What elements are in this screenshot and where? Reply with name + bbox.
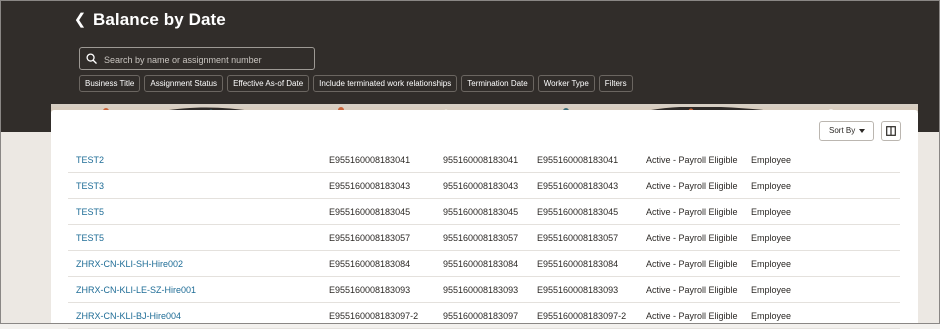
worker-type: Employee — [751, 285, 792, 295]
page-margin-right — [918, 132, 939, 324]
assignment-number-alt: E955160008183043 — [537, 181, 619, 191]
column-layout-icon — [886, 126, 896, 136]
assignment-status: Active - Payroll Eligible — [646, 285, 738, 295]
worker-type: Employee — [751, 311, 792, 321]
assignment-number: E955160008183043 — [329, 181, 411, 191]
filter-chip-worker-type[interactable]: Worker Type — [537, 75, 595, 92]
chevron-left-icon[interactable]: ❮ — [71, 11, 89, 29]
person-number: 955160008183093 — [443, 285, 519, 295]
sort-by-button[interactable]: Sort By — [819, 121, 874, 141]
caret-down-icon — [859, 129, 865, 133]
person-number: 955160008183057 — [443, 233, 519, 243]
search-icon — [86, 53, 97, 64]
assignment-number: E955160008183045 — [329, 207, 411, 217]
worker-type: Employee — [751, 207, 792, 217]
assignment-number-alt: E955160008183057 — [537, 233, 619, 243]
page-title: Balance by Date — [93, 10, 226, 29]
person-number: 955160008183084 — [443, 259, 519, 269]
list-item[interactable]: TEST5 E955160008183045 955160008183045 E… — [68, 199, 900, 225]
worker-type: Employee — [751, 181, 792, 191]
assignment-number-alt: E955160008183093 — [537, 285, 619, 295]
filter-chips: Business Title Assignment Status Effecti… — [79, 75, 633, 92]
list-item[interactable]: ZHRX-CN-KLI-LE-SZ-Hire001 E9551600081830… — [68, 277, 900, 303]
assignment-number-alt: E955160008183084 — [537, 259, 619, 269]
worker-name-link[interactable]: ZHRX-CN-KLI-SH-Hire002 — [76, 259, 183, 269]
assignment-status: Active - Payroll Eligible — [646, 259, 738, 269]
sort-by-label: Sort By — [829, 126, 856, 135]
worker-type: Employee — [751, 259, 792, 269]
worker-name-link[interactable]: ZHRX-CN-KLI-LE-SZ-Hire001 — [76, 285, 196, 295]
list-item[interactable]: ZHRX-CN-KLI-BJ-Hire004 E955160008183097-… — [68, 303, 900, 329]
assignment-number-alt: E955160008183045 — [537, 207, 619, 217]
list-item[interactable]: TEST3 E955160008183043 955160008183043 E… — [68, 173, 900, 199]
filter-chip-assignment-status[interactable]: Assignment Status — [144, 75, 224, 92]
worker-name-link[interactable]: TEST3 — [76, 181, 104, 191]
worker-name-link[interactable]: TEST5 — [76, 233, 104, 243]
filter-chip-termination-date[interactable]: Termination Date — [461, 75, 534, 92]
results-list: TEST2 E955160008183041 955160008183041 E… — [68, 147, 900, 329]
assignment-number: E955160008183041 — [329, 155, 411, 165]
filter-chip-effective-as-of-date[interactable]: Effective As-of Date — [227, 75, 310, 92]
filter-chip-filters[interactable]: Filters — [598, 75, 633, 92]
search-input[interactable] — [102, 50, 311, 69]
assignment-number: E955160008183057 — [329, 233, 411, 243]
worker-name-link[interactable]: ZHRX-CN-KLI-BJ-Hire004 — [76, 311, 181, 321]
worker-name-link[interactable]: TEST5 — [76, 207, 104, 217]
assignment-number: E955160008183084 — [329, 259, 411, 269]
worker-type: Employee — [751, 155, 792, 165]
person-number: 955160008183045 — [443, 207, 519, 217]
assignment-number: E955160008183093 — [329, 285, 411, 295]
filter-chip-include-terminated[interactable]: Include terminated work relationships — [313, 75, 458, 92]
filter-chip-business-title[interactable]: Business Title — [79, 75, 141, 92]
assignment-status: Active - Payroll Eligible — [646, 207, 738, 217]
person-number: 955160008183097 — [443, 311, 519, 321]
search-box[interactable] — [79, 47, 315, 70]
assignment-status: Active - Payroll Eligible — [646, 233, 738, 243]
worker-name-link[interactable]: TEST2 — [76, 155, 104, 165]
assignment-status: Active - Payroll Eligible — [646, 155, 738, 165]
page-margin-left — [1, 132, 51, 324]
person-number: 955160008183043 — [443, 181, 519, 191]
assignment-number: E955160008183097-2 — [329, 311, 419, 321]
person-number: 955160008183041 — [443, 155, 519, 165]
list-item[interactable]: TEST5 E955160008183057 955160008183057 E… — [68, 225, 900, 251]
assignment-number-alt: E955160008183041 — [537, 155, 619, 165]
assignment-status: Active - Payroll Eligible — [646, 311, 738, 321]
worker-type: Employee — [751, 233, 792, 243]
assignment-number-alt: E955160008183097-2 — [537, 311, 627, 321]
assignment-status: Active - Payroll Eligible — [646, 181, 738, 191]
list-item[interactable]: TEST2 E955160008183041 955160008183041 E… — [68, 147, 900, 173]
column-layout-button[interactable] — [881, 121, 901, 141]
list-item[interactable]: ZHRX-CN-KLI-SH-Hire002 E955160008183084 … — [68, 251, 900, 277]
